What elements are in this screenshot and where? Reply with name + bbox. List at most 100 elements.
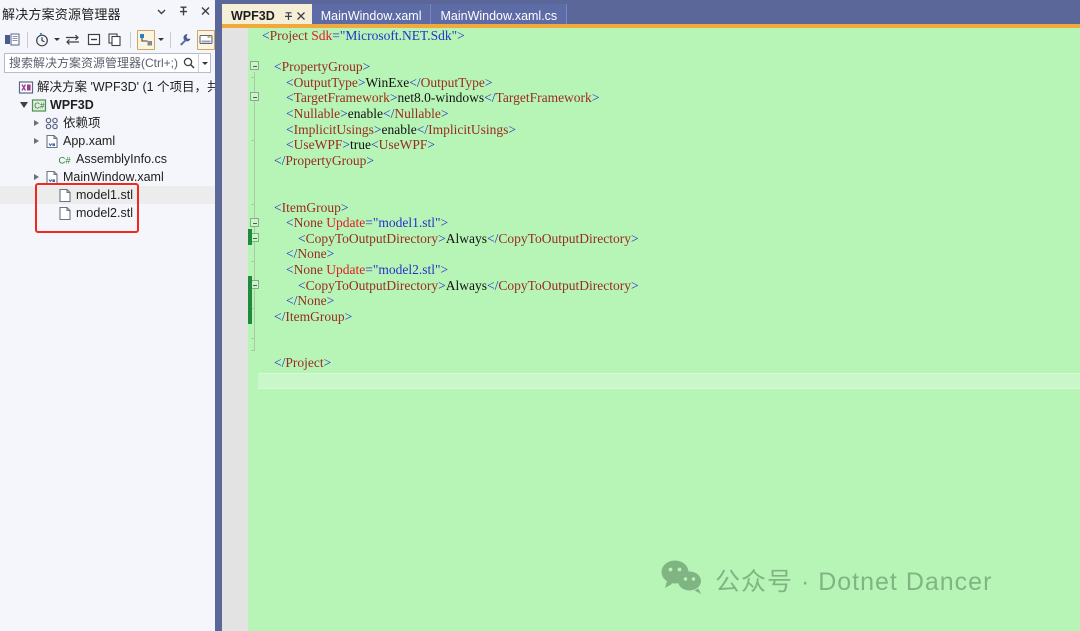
xaml-icon — [43, 169, 60, 185]
solution-explorer-panel: 解决方案资源管理器 搜索解决方案资源管理器(Ctrl+;) 解决方案 'WPF3… — [0, 0, 246, 631]
pin-icon[interactable] — [282, 9, 295, 23]
tab-label: MainWindow.xaml — [320, 9, 422, 23]
expander-closed-icon[interactable] — [30, 168, 43, 186]
file-icon — [56, 205, 73, 221]
code-line: </None> — [286, 293, 335, 309]
watermark: 公众号 · Dotnet Dancer — [660, 559, 992, 600]
code-line: <ImplicitUsings>enable</ImplicitUsings> — [286, 121, 516, 137]
code-line: <PropertyGroup> — [274, 59, 371, 75]
close-icon[interactable] — [295, 9, 308, 23]
solution-explorer-header: 解决方案资源管理器 — [0, 0, 215, 27]
view-selector-button[interactable] — [136, 29, 155, 50]
dependencies-icon — [43, 115, 60, 131]
close-icon[interactable] — [199, 4, 212, 18]
outlining-guide-tick — [251, 338, 255, 339]
outlining-collapse-box[interactable] — [250, 218, 259, 227]
outlining-guide-tick — [251, 261, 255, 262]
code-line: <Nullable>enable</Nullable> — [286, 105, 449, 121]
editor-tabstrip: WPF3D MainWindow.xaml MainWindow.xaml.cs — [222, 0, 1080, 28]
search-options-dropdown[interactable] — [198, 54, 210, 72]
code-line: </ItemGroup> — [274, 308, 353, 324]
csproj-icon: C# — [30, 97, 47, 113]
outlining-collapse-box[interactable] — [250, 61, 259, 70]
tree-item-app.xaml[interactable]: App.xaml — [0, 132, 215, 150]
editor-pane: WPF3D MainWindow.xaml MainWindow.xaml.cs — [222, 0, 1080, 631]
code-text[interactable]: <Project Sdk="Microsoft.NET.Sdk"> <Prope… — [222, 28, 1080, 631]
code-line: <Project Sdk="Microsoft.NET.Sdk"> — [262, 28, 465, 43]
pending-changes-dropdown[interactable] — [54, 30, 61, 50]
tree-item-label: MainWindow.xaml — [63, 170, 164, 184]
home-button[interactable] — [3, 30, 21, 50]
code-line: </PropertyGroup> — [274, 152, 374, 168]
solution-explorer-toolbar — [0, 27, 215, 52]
tree-item-assemblyinfo.cs[interactable]: C# AssemblyInfo.cs — [0, 150, 215, 168]
tree-item-label: model1.stl — [76, 188, 133, 202]
pin-icon[interactable] — [177, 4, 190, 18]
code-line: <OutputType>WinExe</OutputType> — [286, 74, 493, 90]
tree-item-label: WPF3D — [50, 98, 94, 112]
xaml-icon — [43, 133, 60, 149]
search-icon[interactable] — [180, 54, 198, 72]
tree-item-model1.stl[interactable]: model1.stl — [0, 186, 215, 204]
tab-label: MainWindow.xaml.cs — [440, 9, 558, 23]
search-input[interactable] — [5, 54, 180, 72]
expander-closed-icon[interactable] — [30, 132, 43, 150]
svg-text:C#: C# — [58, 155, 71, 166]
svg-text:C#: C# — [34, 101, 45, 110]
tree-item-label: 依赖项 — [63, 116, 101, 130]
outlining-guide-tick — [251, 308, 255, 309]
code-line: </Project> — [274, 355, 332, 371]
preview-selected-items-button[interactable] — [196, 29, 215, 50]
code-editor-surface[interactable]: <Project Sdk="Microsoft.NET.Sdk"> <Prope… — [222, 28, 1080, 631]
code-line: <CopyToOutputDirectory>Always</CopyToOut… — [298, 230, 639, 246]
visual-studio-window: 解决方案资源管理器 搜索解决方案资源管理器(Ctrl+;) 解决方案 'WPF3… — [0, 0, 1080, 631]
collapse-all-button[interactable] — [85, 30, 103, 50]
code-line: <None Update="model2.stl"> — [286, 261, 449, 277]
tree-item-wpf3d11[interactable]: 解决方案 'WPF3D' (1 个项目，共 1 个 — [0, 78, 246, 96]
watermark-text: 公众号 · Dotnet Dancer — [715, 567, 993, 596]
expander-open-icon[interactable] — [17, 96, 30, 114]
pending-changes-button[interactable] — [33, 30, 51, 50]
search-container — [0, 52, 215, 73]
panel-splitter[interactable] — [215, 0, 222, 631]
change-tracking-bar — [248, 229, 252, 245]
code-line: <TargetFramework>net8.0-windows</TargetF… — [286, 90, 600, 106]
outlining-guide-tick — [251, 140, 255, 141]
show-all-files-button[interactable] — [106, 30, 124, 50]
tree-item-label: App.xaml — [63, 134, 116, 148]
panel-title: 解决方案资源管理器 — [2, 7, 121, 22]
chevron-down-icon[interactable] — [155, 4, 168, 18]
properties-button[interactable] — [176, 30, 194, 50]
code-line: <ItemGroup> — [274, 199, 349, 215]
file-icon — [56, 187, 73, 203]
code-line: <None Update="model1.stl"> — [286, 215, 449, 231]
csharp-icon: C# — [56, 151, 73, 167]
wechat-icon — [660, 559, 704, 600]
tree-item-[interactable]: 依赖项 — [0, 114, 215, 132]
outlining-guide-tick — [251, 350, 255, 351]
panel-header-buttons — [155, 4, 212, 18]
tree-item-model2.stl[interactable]: model2.stl — [0, 204, 215, 222]
code-line: </None> — [286, 246, 335, 262]
solution-tree: 解决方案 'WPF3D' (1 个项目，共 1 个 C# WPF3D 依赖项 App.x… — [0, 78, 246, 222]
code-line: <UseWPF>true<UseWPF> — [286, 137, 436, 153]
sync-with-active-document-button[interactable] — [63, 30, 82, 50]
tree-item-wpf3d[interactable]: C# WPF3D — [0, 96, 215, 114]
view-selector-dropdown[interactable] — [157, 30, 164, 50]
code-line: <CopyToOutputDirectory>Always</CopyToOut… — [298, 277, 639, 293]
tree-item-mainwindow.xaml[interactable]: MainWindow.xaml — [0, 168, 215, 186]
expander-closed-icon[interactable] — [30, 114, 43, 132]
outlining-guide-tick — [251, 77, 255, 78]
tab-label: WPF3D — [231, 9, 275, 23]
search-box[interactable] — [4, 53, 211, 73]
outlining-collapse-box[interactable] — [250, 92, 259, 101]
